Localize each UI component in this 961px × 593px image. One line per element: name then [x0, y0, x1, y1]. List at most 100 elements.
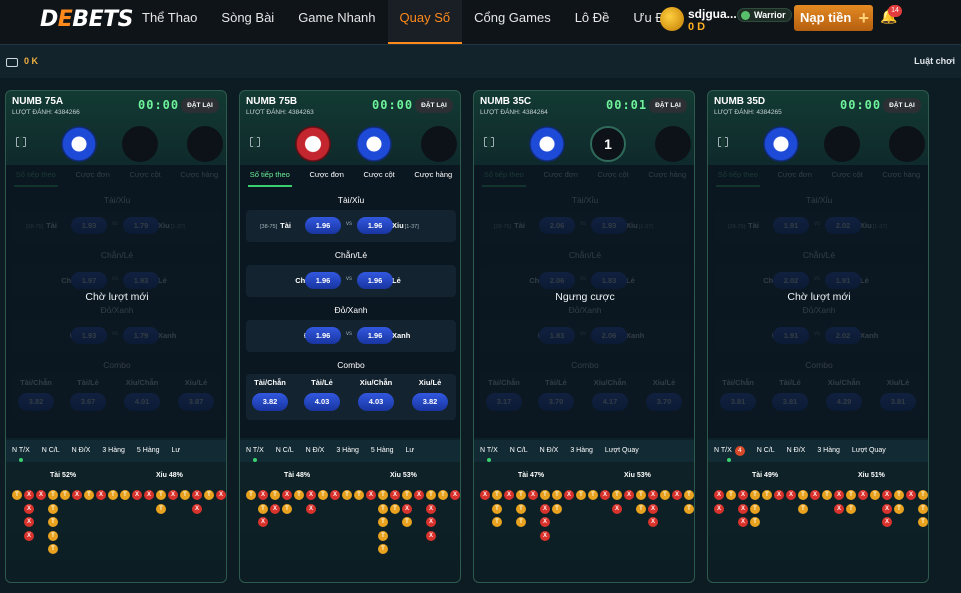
- odds-button[interactable]: 1.93: [591, 217, 627, 234]
- odds-button[interactable]: 1.96: [305, 217, 341, 234]
- odds-button[interactable]: 2.06: [539, 217, 575, 234]
- odds-button[interactable]: 1.91: [773, 327, 809, 344]
- nav-item[interactable]: Game Nhanh: [286, 0, 387, 44]
- range-label: [1-37]: [638, 224, 653, 230]
- tab-stats[interactable]: N T/X: [240, 440, 270, 462]
- odds-button[interactable]: 1.93: [71, 217, 107, 234]
- tab-bet-type[interactable]: Số tiếp theo: [715, 165, 760, 187]
- odds-button[interactable]: 1.79: [123, 217, 159, 234]
- tab-bet-type[interactable]: Cược đơn: [73, 165, 111, 187]
- combo-label: Tài/Chẵn: [254, 378, 286, 387]
- tab-stats[interactable]: N Đ/X: [300, 440, 331, 462]
- nav-item[interactable]: Cổng Games: [462, 0, 563, 44]
- tab-stats[interactable]: N Đ/X: [66, 440, 97, 462]
- bet-row: [38-75] Tài Xỉu[1-37] 1.93 vs 1.79: [12, 210, 222, 242]
- tab-bet-type[interactable]: Cược đơn: [307, 165, 345, 187]
- odds-button[interactable]: 2.06: [591, 327, 627, 344]
- odds-button[interactable]: 1.91: [825, 272, 861, 289]
- odds-button[interactable]: 1.93: [71, 327, 107, 344]
- odds-button[interactable]: 1.91: [773, 217, 809, 234]
- xiu-dot: X: [540, 530, 550, 541]
- deposit-button[interactable]: Nạp tiền +: [794, 5, 873, 31]
- tab-stats[interactable]: N C/L: [504, 440, 534, 462]
- tab-bet-type[interactable]: Cược cột: [128, 165, 163, 187]
- odds-button[interactable]: 3.82: [252, 393, 288, 411]
- tab-stats[interactable]: N Đ/X: [534, 440, 565, 462]
- combo-label: Tài/Lẻ: [779, 378, 801, 387]
- odds-button[interactable]: 2.06: [539, 272, 575, 289]
- tab-stats[interactable]: Lư: [166, 440, 187, 462]
- odds-button[interactable]: 1.96: [357, 327, 393, 344]
- odds-button[interactable]: 1.96: [305, 272, 341, 289]
- odds-button[interactable]: 4.29: [826, 393, 862, 411]
- tab-stats[interactable]: Lượt Quay: [846, 440, 892, 462]
- rules-link[interactable]: Luật chơi: [914, 56, 955, 66]
- tab-stats[interactable]: N Đ/X: [781, 440, 812, 462]
- odds-button[interactable]: 3.82: [18, 393, 54, 411]
- odds-button[interactable]: 2.02: [773, 272, 809, 289]
- odds-button[interactable]: 3.82: [412, 393, 448, 411]
- odds-button[interactable]: 3.17: [486, 393, 522, 411]
- site-logo[interactable]: DEBETS: [40, 7, 133, 32]
- odds-button[interactable]: 1.96: [305, 327, 341, 344]
- nav-item[interactable]: Lô Đề: [563, 0, 622, 44]
- nav-item[interactable]: Quay Số: [387, 0, 463, 44]
- odds-button[interactable]: 1.83: [539, 327, 575, 344]
- odds-button[interactable]: 1.96: [357, 217, 393, 234]
- tab-bet-type[interactable]: Cược cột: [830, 165, 865, 187]
- tab-label: 3 Hàng: [570, 447, 593, 454]
- odds-button[interactable]: 3.87: [178, 393, 214, 411]
- odds-button[interactable]: 4.03: [304, 393, 340, 411]
- tab-stats[interactable]: 5 Hàng: [131, 440, 166, 462]
- nav-item[interactable]: Thể Thao: [130, 0, 209, 44]
- odds-button[interactable]: 1.93: [123, 272, 159, 289]
- tab-stats[interactable]: 5 Hàng: [365, 440, 400, 462]
- odds-button[interactable]: 1.96: [357, 272, 393, 289]
- tab-label: Lư: [171, 447, 181, 454]
- odds-button[interactable]: 2.02: [825, 217, 861, 234]
- tab-stats[interactable]: N C/L: [270, 440, 300, 462]
- tab-stats[interactable]: N T/X: [474, 440, 504, 462]
- odds-button[interactable]: 3.70: [646, 393, 682, 411]
- odds-button[interactable]: 1.97: [71, 272, 107, 289]
- tab-bet-type[interactable]: Cược cột: [596, 165, 631, 187]
- user-balance: 0 D: [688, 21, 706, 33]
- tab-bet-type[interactable]: Cược hàng: [880, 165, 922, 187]
- tab-bet-type[interactable]: Cược đơn: [541, 165, 579, 187]
- odds-button[interactable]: 4.03: [358, 393, 394, 411]
- tab-stats[interactable]: N T/X: [6, 440, 36, 462]
- odds-button[interactable]: 3.81: [772, 393, 808, 411]
- avatar[interactable]: [660, 7, 684, 31]
- odds-button[interactable]: 3.81: [720, 393, 756, 411]
- tab-stats[interactable]: N C/L: [751, 440, 781, 462]
- odds-button[interactable]: 4.17: [592, 393, 628, 411]
- tab-bet-type[interactable]: Số tiếp theo: [247, 165, 292, 187]
- odds-button[interactable]: 3.70: [538, 393, 574, 411]
- odds-button[interactable]: 1.79: [123, 327, 159, 344]
- tab-bet-type[interactable]: Số tiếp theo: [13, 165, 58, 187]
- tab-bet-type[interactable]: Cược hàng: [412, 165, 454, 187]
- tab-bet-type[interactable]: Cược hàng: [646, 165, 688, 187]
- tab-bet-type[interactable]: Cược hàng: [178, 165, 220, 187]
- tab-bet-type[interactable]: Cược cột: [362, 165, 397, 187]
- tab-stats[interactable]: N C/L: [36, 440, 66, 462]
- odds-button[interactable]: 4.01: [124, 393, 160, 411]
- tab-stats[interactable]: 3 Hàng: [564, 440, 599, 462]
- tab-stats[interactable]: Lượt Quay: [599, 440, 645, 462]
- tab-bet-type[interactable]: Số tiếp theo: [481, 165, 526, 187]
- odds-button[interactable]: 3.81: [880, 393, 916, 411]
- user-info[interactable]: sdjgua... 0 D: [660, 5, 737, 35]
- tab-bet-type[interactable]: Cược đơn: [775, 165, 813, 187]
- tab-stats[interactable]: Lư: [400, 440, 421, 462]
- tab-stats[interactable]: 3 Hàng: [96, 440, 131, 462]
- tab-stats[interactable]: N T/X 4: [708, 440, 751, 462]
- odds-button[interactable]: 2.02: [825, 327, 861, 344]
- tai-dot: T: [48, 503, 58, 514]
- tab-stats[interactable]: 3 Hàng: [811, 440, 846, 462]
- nav-item[interactable]: Sòng Bài: [209, 0, 286, 44]
- odds-button[interactable]: 3.67: [70, 393, 106, 411]
- odds-button[interactable]: 1.83: [591, 272, 627, 289]
- tab-stats[interactable]: 3 Hàng: [330, 440, 365, 462]
- bet-label: Xỉu[1-37]: [626, 221, 653, 230]
- wallet-icon[interactable]: [6, 58, 18, 67]
